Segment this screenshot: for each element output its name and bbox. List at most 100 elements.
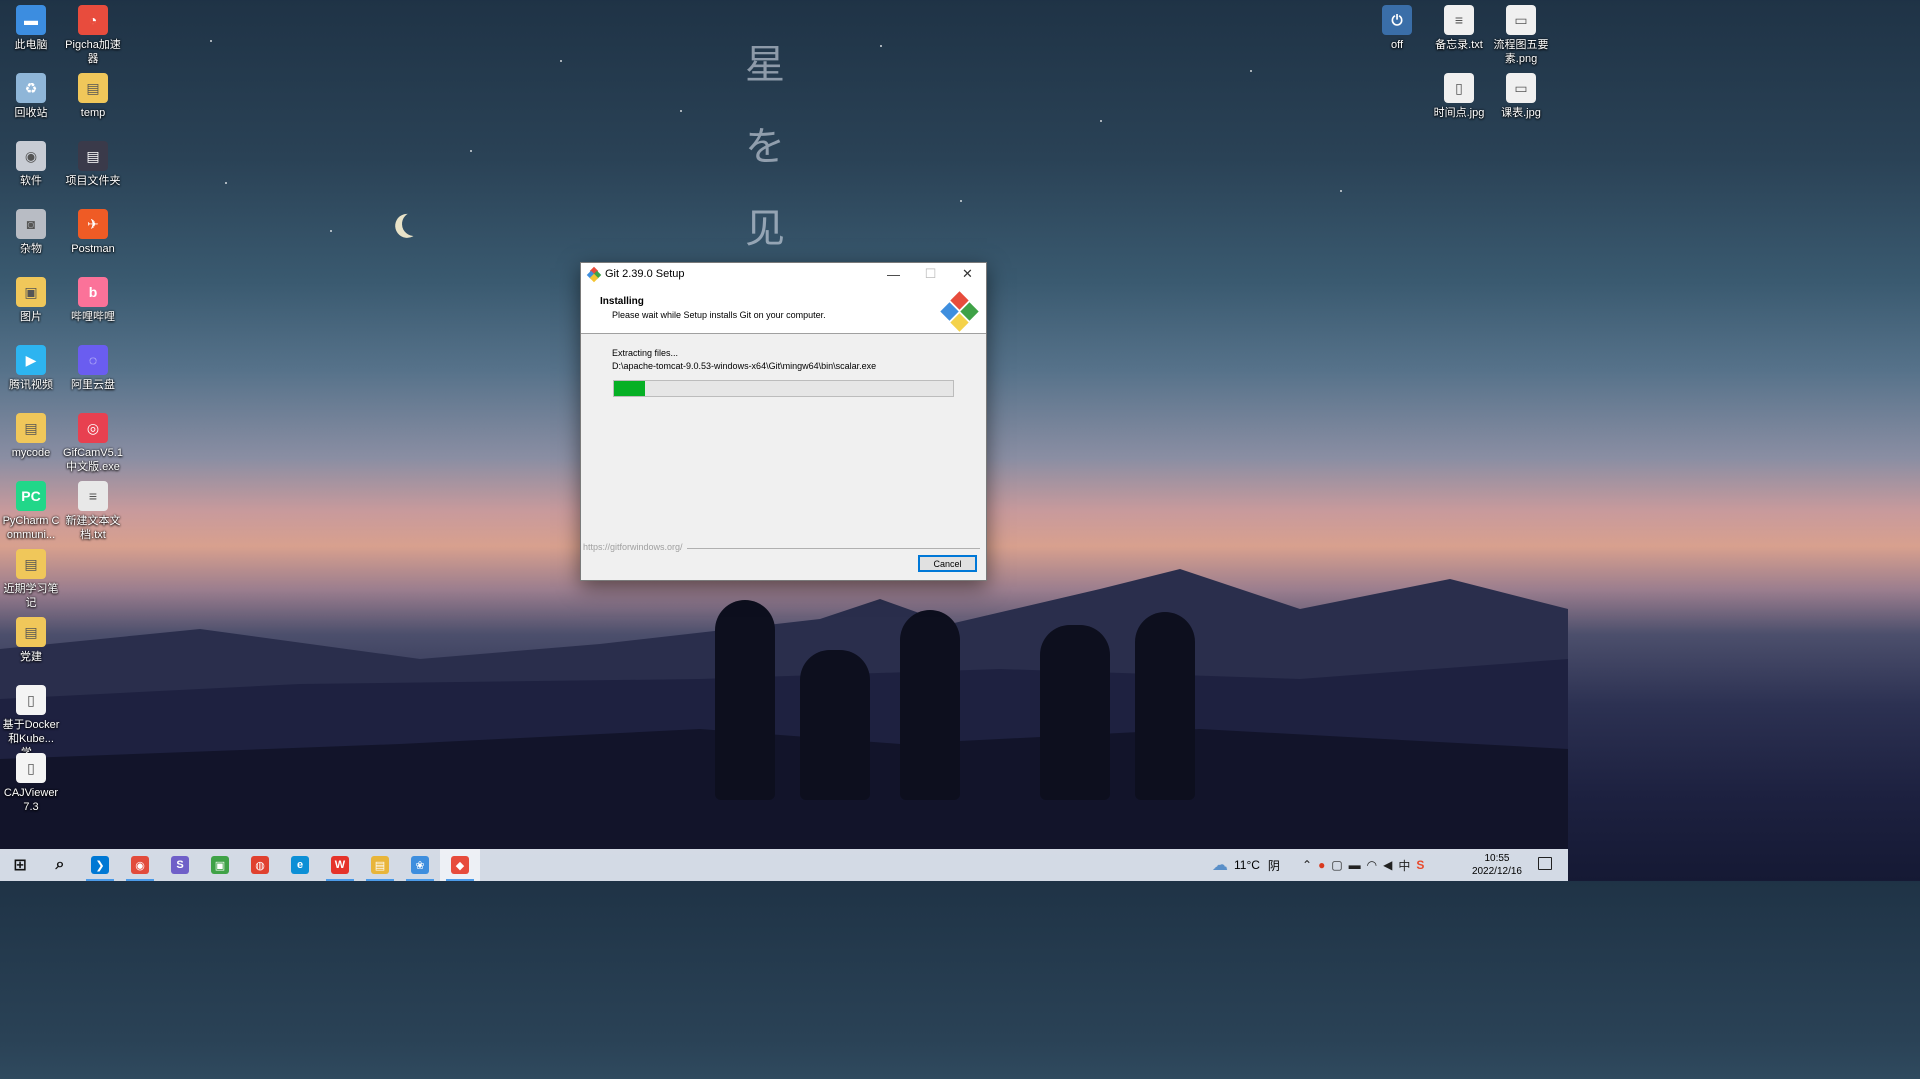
desktop-icon[interactable]: ▤ temp [62,73,124,120]
qq-icon[interactable]: ● [1318,858,1325,872]
moon-icon [398,208,431,241]
desktop-icon-label: mycode [11,447,51,459]
page-heading: Installing [600,296,644,307]
desktop-icon[interactable]: ◔ Pigcha加速器 [62,5,124,66]
dialog-header: Installing Please wait while Setup insta… [581,285,986,334]
taskbar-start-button[interactable]: ⊞ [0,849,40,881]
taskbar-app-green-button[interactable]: ▣ [200,849,240,881]
taskbar-wps-button[interactable]: W [320,849,360,881]
windows-start-icon: ⊞ [13,857,27,874]
taskbar-app-red-button[interactable]: ◍ [240,849,280,881]
taskbar-chrome-button[interactable]: ◉ [120,849,160,881]
swirl-app-icon: ◍ [251,856,269,874]
text-file-icon: ≡ [1444,5,1474,35]
desktop-icon-label: 回收站 [14,107,48,119]
dialog-titlebar[interactable]: Git 2.39.0 Setup — ☐ ✕ [581,263,986,285]
taskbar-search-button[interactable]: ⌕ [40,849,80,881]
close-button[interactable]: ✕ [949,263,986,285]
minimize-button[interactable]: — [875,263,912,285]
document-icon: ▯ [16,753,46,783]
taskbar: ⊞ ⌕ ❯ ◉ S ▣ ◍ e W ▤ ❀ ◆ ☁ 11°C 阴 ⌃ ● ▢ ▬ ◠ ◀ 中 S 10… [0,849,1568,881]
desktop-icon[interactable]: ◎ GifCamV5.1中文版.exe [62,413,124,474]
taskbar-git-setup-button[interactable]: ◆ [440,849,480,881]
desktop-icon-label: 此电脑 [14,39,48,51]
install-progress-bar [613,380,954,397]
notification-center-icon[interactable] [1538,857,1552,870]
taskbar-app-blue-button[interactable]: ❀ [400,849,440,881]
desktop-icon[interactable]: ▭ 流程图五要素.png [1490,5,1552,66]
desktop-icon[interactable]: ▤ 党建 [0,617,62,664]
desktop-icon-label: 近期学习笔记 [3,583,59,609]
desktop-icon[interactable]: ▯ 时间点.jpg [1428,73,1490,120]
desktop-icon-label: 腾讯视频 [9,379,53,391]
gallery-app-icon: ▣ [211,856,229,874]
pycharm-icon: PC [16,481,46,511]
desktop-icon[interactable]: ▬ 此电脑 [0,5,62,52]
clock[interactable]: 10:55 2022/12/16 [1472,852,1522,878]
drive-icon: ◙ [16,209,46,239]
recycle-bin-icon: ♻ [16,73,46,103]
current-file-path: D:\apache-tomcat-9.0.53-windows-x64\Git\… [612,361,877,371]
desktop-icon[interactable]: ▭ 课表.jpg [1490,73,1552,120]
desktop-icon[interactable]: ▣ 图片 [0,277,62,324]
desktop-icon[interactable]: ◉ 软件 [0,141,62,188]
battery-icon[interactable]: ▬ [1349,858,1361,872]
gifcam-icon: ◎ [78,413,108,443]
desktop-icon[interactable]: ▤ 项目文件夹 [62,141,124,188]
image-file-icon: ▭ [1506,73,1536,103]
desktop-icon-label: 项目文件夹 [65,175,121,187]
desktop-icon-label: 图片 [20,311,42,323]
desktop-icon-label: 流程图五要素.png [1493,39,1549,65]
maximize-button: ☐ [924,266,937,281]
dialog-body: Extracting files... D:\apache-tomcat-9.0… [581,334,986,542]
desktop-icon-label: Postman [71,243,115,255]
weather-widget[interactable]: ☁ 11°C 阴 [1212,849,1280,881]
desktop-icon[interactable]: ≡ 备忘录.txt [1428,5,1490,52]
taskbar-edge-button[interactable]: e [280,849,320,881]
desktop-icon-label: 新建文本文档.txt [65,515,121,541]
wifi-icon[interactable]: ◠ [1367,858,1377,872]
desktop-icon[interactable]: ▤ mycode [0,413,62,460]
document-icon: ▯ [16,685,46,715]
aliyun-drive-icon: ◌ [78,345,108,375]
chevron-up-icon[interactable]: ⌃ [1302,858,1312,872]
git-logo-icon [940,291,980,332]
desktop-icon[interactable]: PC PyCharm Communi... [0,481,62,542]
desktop-icon-label: 杂物 [20,243,42,255]
desktop-icon-label: PyCharm Communi... [2,515,60,541]
tablet-icon[interactable]: ▢ [1331,858,1342,872]
taskbar-app-s-button[interactable]: S [160,849,200,881]
ime-indicator[interactable]: 中 [1398,857,1410,874]
dialog-title: Git 2.39.0 Setup [605,268,685,280]
desktop-icon[interactable]: ♻ 回收站 [0,73,62,120]
desktop-icon[interactable]: ▶ 腾讯视频 [0,345,62,392]
folder-icon: ▤ [16,549,46,579]
clock-date: 2022/12/16 [1471,866,1522,877]
bilibili-icon: b [78,277,108,307]
cancel-button[interactable]: Cancel [918,555,977,572]
folder-icon: ▤ [78,141,108,171]
taskbar-explorer-button[interactable]: ▤ [360,849,400,881]
desktop-icon[interactable]: ▤ 近期学习笔记 [0,549,62,610]
desktop-icon[interactable]: ◌ 阿里云盘 [62,345,124,392]
tencent-video-icon: ▶ [16,345,46,375]
computer-icon: ▬ [16,5,46,35]
network-app-icon: ❀ [411,856,429,874]
taskbar-vscode-button[interactable]: ❯ [80,849,120,881]
volume-icon[interactable]: ◀ [1383,858,1392,872]
desktop-icon[interactable]: ≡ 新建文本文档.txt [62,481,124,542]
desktop-icon[interactable]: ◙ 杂物 [0,209,62,256]
pigcha-icon: ◔ [78,5,108,35]
desktop-icon[interactable]: ▯ CAJViewer 7.3 [0,753,62,814]
folder-icon: ▤ [78,73,108,103]
pictures-folder-icon: ▣ [16,277,46,307]
desktop-icon-label: Pigcha加速器 [65,39,121,65]
sogou-icon[interactable]: S [1416,858,1424,872]
wallpaper-vertical-text: 星 を 见 [745,42,785,252]
image-file-icon: ▭ [1506,5,1536,35]
postman-icon: ✈ [78,209,108,239]
desktop-icon[interactable]: ⏻ off [1366,5,1428,52]
desktop-icon[interactable]: b 哔哩哔哩 [62,277,124,324]
desktop-icon[interactable]: ▯基于Docker和Kube...学... [0,685,62,760]
desktop-icon[interactable]: ✈ Postman [62,209,124,256]
